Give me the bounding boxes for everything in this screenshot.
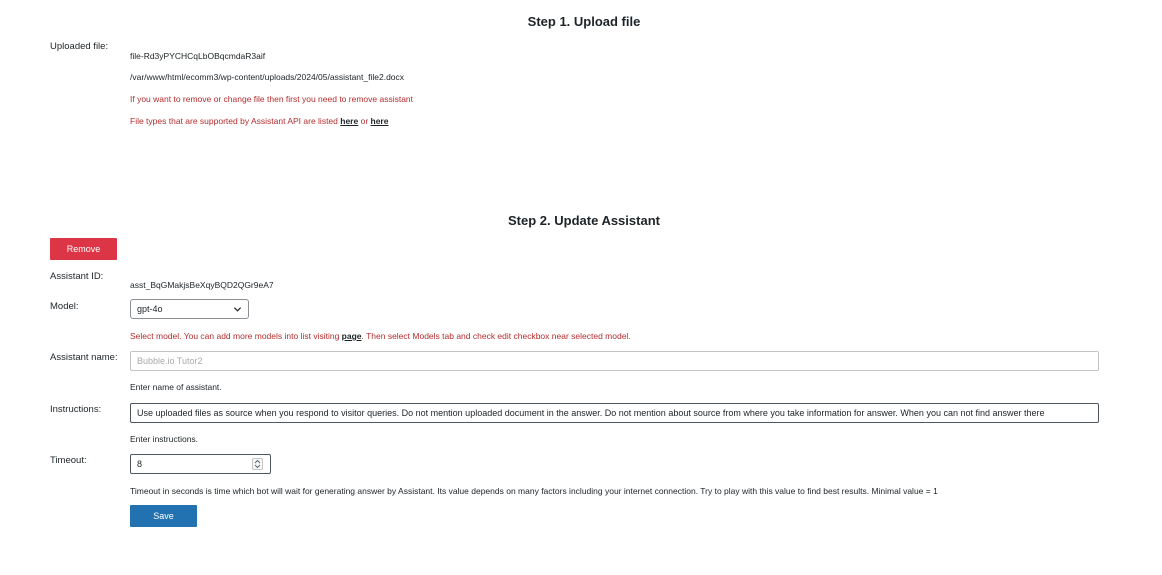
assistant-name-input[interactable] (130, 351, 1099, 371)
timeout-input[interactable]: 8 (130, 454, 271, 474)
spinner-arrows-icon (254, 459, 261, 469)
settings-page: Step 1. Upload file Uploaded file: file-… (0, 0, 1162, 575)
save-button[interactable]: Save (130, 505, 197, 527)
remove-button[interactable]: Remove (50, 238, 117, 260)
model-label: Model: (50, 301, 79, 312)
remove-notice: If you want to remove or change file the… (130, 94, 414, 104)
instructions-label: Instructions: (50, 404, 102, 415)
model-select-value: gpt-4o (137, 304, 163, 314)
chevron-down-icon (233, 307, 242, 312)
timeout-spinner[interactable] (252, 458, 263, 470)
assistant-name-label: Assistant name: (50, 352, 118, 363)
file-id: file-Rd3yPYCHCqLbOBqcmdaR3aif (130, 51, 266, 61)
uploaded-file-label: Uploaded file: (50, 41, 109, 52)
assistant-id-label: Assistant ID: (50, 271, 104, 282)
model-help: Select model. You can add more models in… (130, 331, 631, 341)
file-path: /var/www/html/ecomm3/wp-content/uploads/… (130, 72, 405, 82)
file-types-link-1[interactable]: here (340, 116, 358, 126)
model-help-suffix: . Then select Models tab and check edit … (361, 331, 631, 341)
file-types-or: or (358, 116, 371, 126)
file-types-notice: File types that are supported by Assista… (130, 116, 388, 126)
timeout-label: Timeout: (50, 455, 87, 466)
model-select[interactable]: gpt-4o (130, 299, 249, 319)
assistant-id-value: asst_BqGMakjsBeXqyBQD2QGr9eA7 (130, 280, 274, 290)
assistant-name-help: Enter name of assistant. (130, 382, 222, 392)
timeout-value: 8 (137, 459, 143, 469)
step2-title: Step 2. Update Assistant (508, 213, 660, 228)
instructions-help: Enter instructions. (130, 434, 199, 444)
models-page-link[interactable]: page (342, 331, 362, 341)
file-types-link-2[interactable]: here (371, 116, 389, 126)
model-help-text: Select model. You can add more models in… (130, 331, 342, 341)
instructions-input[interactable] (130, 403, 1099, 423)
file-types-text: File types that are supported by Assista… (130, 116, 341, 126)
step1-title: Step 1. Upload file (527, 14, 641, 29)
timeout-help: Timeout in seconds is time which bot wil… (130, 486, 938, 496)
